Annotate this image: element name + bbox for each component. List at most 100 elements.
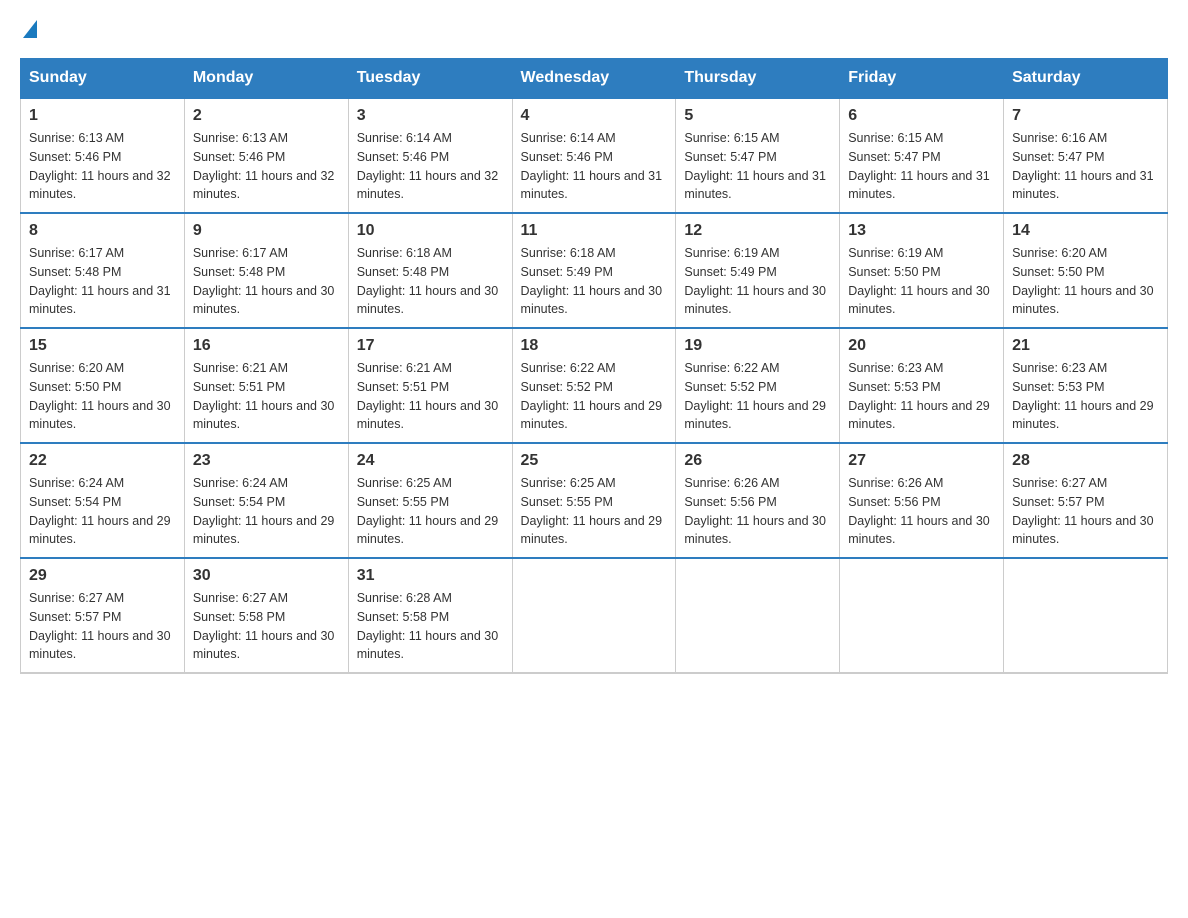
- day-info: Sunrise: 6:20 AMSunset: 5:50 PMDaylight:…: [29, 361, 171, 431]
- day-info: Sunrise: 6:25 AMSunset: 5:55 PMDaylight:…: [357, 476, 499, 546]
- day-info: Sunrise: 6:26 AMSunset: 5:56 PMDaylight:…: [684, 476, 826, 546]
- day-number: 5: [684, 107, 831, 125]
- logo: [20, 20, 37, 38]
- col-header-sunday: Sunday: [21, 59, 185, 99]
- day-info: Sunrise: 6:18 AMSunset: 5:49 PMDaylight:…: [521, 246, 663, 316]
- day-info: Sunrise: 6:14 AMSunset: 5:46 PMDaylight:…: [357, 131, 499, 201]
- calendar-cell: [840, 558, 1004, 673]
- day-info: Sunrise: 6:26 AMSunset: 5:56 PMDaylight:…: [848, 476, 990, 546]
- day-number: 30: [193, 567, 340, 585]
- calendar-cell: 29 Sunrise: 6:27 AMSunset: 5:57 PMDaylig…: [21, 558, 185, 673]
- day-number: 26: [684, 452, 831, 470]
- day-number: 12: [684, 222, 831, 240]
- day-number: 21: [1012, 337, 1159, 355]
- calendar-cell: 23 Sunrise: 6:24 AMSunset: 5:54 PMDaylig…: [184, 443, 348, 558]
- day-number: 16: [193, 337, 340, 355]
- calendar-header-row: SundayMondayTuesdayWednesdayThursdayFrid…: [21, 59, 1168, 99]
- day-info: Sunrise: 6:17 AMSunset: 5:48 PMDaylight:…: [29, 246, 171, 316]
- day-info: Sunrise: 6:27 AMSunset: 5:58 PMDaylight:…: [193, 591, 335, 661]
- day-number: 10: [357, 222, 504, 240]
- day-number: 24: [357, 452, 504, 470]
- calendar-cell: 5 Sunrise: 6:15 AMSunset: 5:47 PMDayligh…: [676, 98, 840, 213]
- calendar-cell: 14 Sunrise: 6:20 AMSunset: 5:50 PMDaylig…: [1004, 213, 1168, 328]
- day-number: 15: [29, 337, 176, 355]
- col-header-wednesday: Wednesday: [512, 59, 676, 99]
- calendar-cell: 7 Sunrise: 6:16 AMSunset: 5:47 PMDayligh…: [1004, 98, 1168, 213]
- calendar-cell: 2 Sunrise: 6:13 AMSunset: 5:46 PMDayligh…: [184, 98, 348, 213]
- calendar-week-row: 8 Sunrise: 6:17 AMSunset: 5:48 PMDayligh…: [21, 213, 1168, 328]
- day-number: 14: [1012, 222, 1159, 240]
- day-info: Sunrise: 6:23 AMSunset: 5:53 PMDaylight:…: [1012, 361, 1154, 431]
- page-header: [20, 20, 1168, 38]
- day-number: 7: [1012, 107, 1159, 125]
- day-info: Sunrise: 6:27 AMSunset: 5:57 PMDaylight:…: [1012, 476, 1154, 546]
- calendar-cell: 3 Sunrise: 6:14 AMSunset: 5:46 PMDayligh…: [348, 98, 512, 213]
- calendar-cell: 22 Sunrise: 6:24 AMSunset: 5:54 PMDaylig…: [21, 443, 185, 558]
- day-number: 6: [848, 107, 995, 125]
- day-info: Sunrise: 6:19 AMSunset: 5:49 PMDaylight:…: [684, 246, 826, 316]
- calendar-cell: 25 Sunrise: 6:25 AMSunset: 5:55 PMDaylig…: [512, 443, 676, 558]
- day-info: Sunrise: 6:22 AMSunset: 5:52 PMDaylight:…: [684, 361, 826, 431]
- calendar-cell: 6 Sunrise: 6:15 AMSunset: 5:47 PMDayligh…: [840, 98, 1004, 213]
- day-info: Sunrise: 6:21 AMSunset: 5:51 PMDaylight:…: [357, 361, 499, 431]
- day-number: 13: [848, 222, 995, 240]
- day-number: 19: [684, 337, 831, 355]
- calendar-cell: 16 Sunrise: 6:21 AMSunset: 5:51 PMDaylig…: [184, 328, 348, 443]
- col-header-tuesday: Tuesday: [348, 59, 512, 99]
- calendar-cell: 8 Sunrise: 6:17 AMSunset: 5:48 PMDayligh…: [21, 213, 185, 328]
- calendar-week-row: 29 Sunrise: 6:27 AMSunset: 5:57 PMDaylig…: [21, 558, 1168, 673]
- day-info: Sunrise: 6:14 AMSunset: 5:46 PMDaylight:…: [521, 131, 663, 201]
- calendar-cell: 21 Sunrise: 6:23 AMSunset: 5:53 PMDaylig…: [1004, 328, 1168, 443]
- calendar-cell: 19 Sunrise: 6:22 AMSunset: 5:52 PMDaylig…: [676, 328, 840, 443]
- day-number: 11: [521, 222, 668, 240]
- day-info: Sunrise: 6:25 AMSunset: 5:55 PMDaylight:…: [521, 476, 663, 546]
- calendar-cell: 27 Sunrise: 6:26 AMSunset: 5:56 PMDaylig…: [840, 443, 1004, 558]
- calendar-cell: 15 Sunrise: 6:20 AMSunset: 5:50 PMDaylig…: [21, 328, 185, 443]
- calendar-cell: 26 Sunrise: 6:26 AMSunset: 5:56 PMDaylig…: [676, 443, 840, 558]
- calendar-cell: [512, 558, 676, 673]
- day-info: Sunrise: 6:21 AMSunset: 5:51 PMDaylight:…: [193, 361, 335, 431]
- day-number: 22: [29, 452, 176, 470]
- day-number: 8: [29, 222, 176, 240]
- day-info: Sunrise: 6:27 AMSunset: 5:57 PMDaylight:…: [29, 591, 171, 661]
- day-number: 18: [521, 337, 668, 355]
- day-info: Sunrise: 6:17 AMSunset: 5:48 PMDaylight:…: [193, 246, 335, 316]
- calendar-cell: 12 Sunrise: 6:19 AMSunset: 5:49 PMDaylig…: [676, 213, 840, 328]
- calendar-cell: 10 Sunrise: 6:18 AMSunset: 5:48 PMDaylig…: [348, 213, 512, 328]
- day-info: Sunrise: 6:15 AMSunset: 5:47 PMDaylight:…: [684, 131, 826, 201]
- day-number: 3: [357, 107, 504, 125]
- day-info: Sunrise: 6:15 AMSunset: 5:47 PMDaylight:…: [848, 131, 990, 201]
- day-number: 31: [357, 567, 504, 585]
- calendar-cell: 13 Sunrise: 6:19 AMSunset: 5:50 PMDaylig…: [840, 213, 1004, 328]
- logo-triangle-icon: [23, 20, 37, 38]
- day-number: 27: [848, 452, 995, 470]
- calendar-week-row: 15 Sunrise: 6:20 AMSunset: 5:50 PMDaylig…: [21, 328, 1168, 443]
- calendar-table: SundayMondayTuesdayWednesdayThursdayFrid…: [20, 58, 1168, 674]
- day-info: Sunrise: 6:23 AMSunset: 5:53 PMDaylight:…: [848, 361, 990, 431]
- calendar-cell: 1 Sunrise: 6:13 AMSunset: 5:46 PMDayligh…: [21, 98, 185, 213]
- col-header-monday: Monday: [184, 59, 348, 99]
- calendar-cell: 4 Sunrise: 6:14 AMSunset: 5:46 PMDayligh…: [512, 98, 676, 213]
- day-info: Sunrise: 6:13 AMSunset: 5:46 PMDaylight:…: [29, 131, 171, 201]
- col-header-friday: Friday: [840, 59, 1004, 99]
- day-number: 9: [193, 222, 340, 240]
- day-info: Sunrise: 6:24 AMSunset: 5:54 PMDaylight:…: [193, 476, 335, 546]
- calendar-week-row: 22 Sunrise: 6:24 AMSunset: 5:54 PMDaylig…: [21, 443, 1168, 558]
- day-number: 2: [193, 107, 340, 125]
- day-number: 25: [521, 452, 668, 470]
- calendar-cell: 28 Sunrise: 6:27 AMSunset: 5:57 PMDaylig…: [1004, 443, 1168, 558]
- calendar-cell: 31 Sunrise: 6:28 AMSunset: 5:58 PMDaylig…: [348, 558, 512, 673]
- calendar-cell: 24 Sunrise: 6:25 AMSunset: 5:55 PMDaylig…: [348, 443, 512, 558]
- col-header-thursday: Thursday: [676, 59, 840, 99]
- day-info: Sunrise: 6:19 AMSunset: 5:50 PMDaylight:…: [848, 246, 990, 316]
- day-info: Sunrise: 6:20 AMSunset: 5:50 PMDaylight:…: [1012, 246, 1154, 316]
- day-number: 28: [1012, 452, 1159, 470]
- calendar-cell: 17 Sunrise: 6:21 AMSunset: 5:51 PMDaylig…: [348, 328, 512, 443]
- calendar-cell: 11 Sunrise: 6:18 AMSunset: 5:49 PMDaylig…: [512, 213, 676, 328]
- day-info: Sunrise: 6:24 AMSunset: 5:54 PMDaylight:…: [29, 476, 171, 546]
- day-info: Sunrise: 6:18 AMSunset: 5:48 PMDaylight:…: [357, 246, 499, 316]
- day-info: Sunrise: 6:13 AMSunset: 5:46 PMDaylight:…: [193, 131, 335, 201]
- day-number: 23: [193, 452, 340, 470]
- calendar-week-row: 1 Sunrise: 6:13 AMSunset: 5:46 PMDayligh…: [21, 98, 1168, 213]
- calendar-cell: 9 Sunrise: 6:17 AMSunset: 5:48 PMDayligh…: [184, 213, 348, 328]
